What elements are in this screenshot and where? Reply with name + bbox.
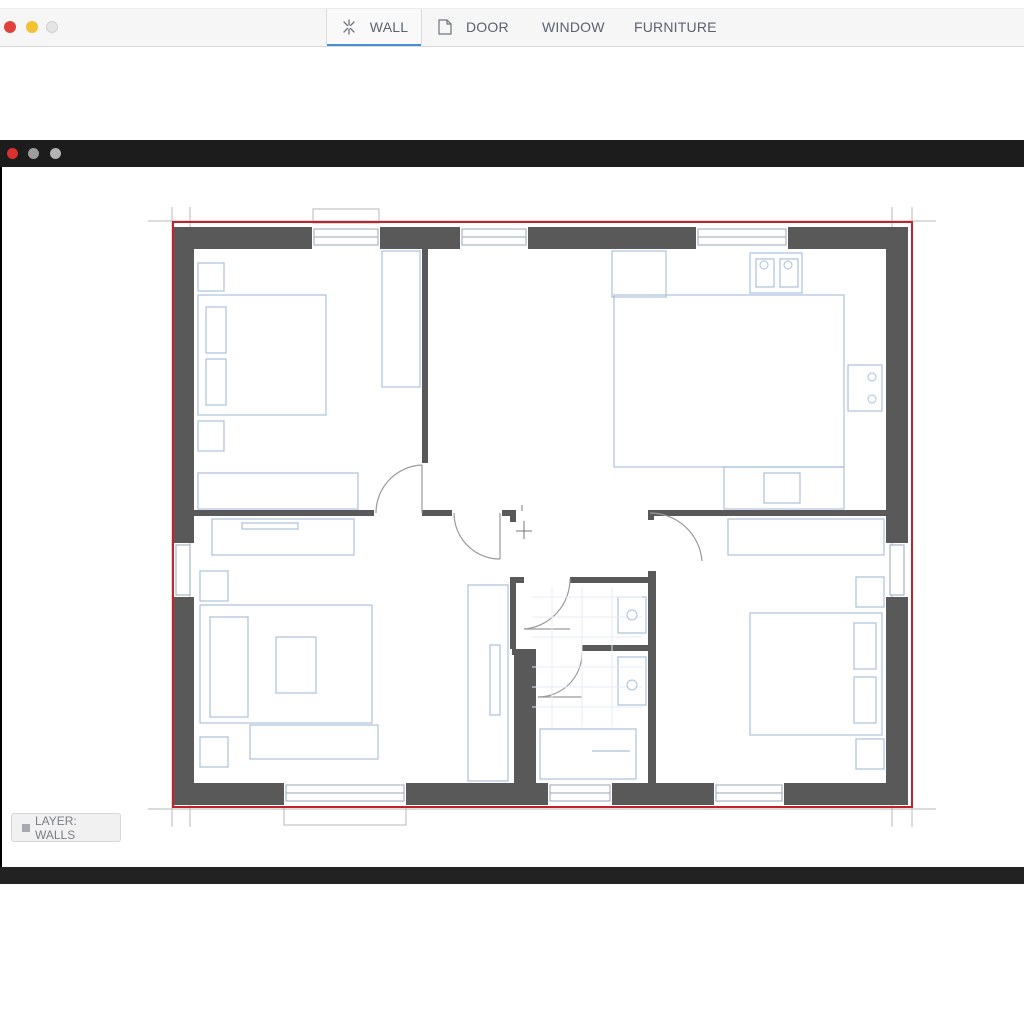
tab-door-label: DOOR xyxy=(466,19,509,35)
layer-indicator[interactable]: LAYER: WALLS xyxy=(11,813,121,842)
crosshair-cursor-icon xyxy=(516,505,532,539)
tab-wall-label: WALL xyxy=(369,19,409,35)
guide-lines xyxy=(148,207,936,827)
door-tool-icon xyxy=(436,18,454,36)
drawing-window: LAYER: WALLS xyxy=(0,140,1024,884)
drawing-window-footer xyxy=(0,867,1024,884)
fixture-details xyxy=(626,260,877,691)
floor-plan xyxy=(148,207,936,827)
tab-window[interactable]: WINDOW xyxy=(542,9,605,45)
tab-furniture[interactable]: FURNITURE xyxy=(634,9,717,45)
walls[interactable] xyxy=(174,227,908,805)
layer-swatch xyxy=(22,823,30,832)
close-button[interactable] xyxy=(4,21,16,33)
tab-wall[interactable]: WALL xyxy=(326,9,422,46)
tab-furniture-label: FURNITURE xyxy=(634,19,717,35)
wall-tool-icon xyxy=(340,18,358,36)
main-toolbar: WALL DOOR WINDOW FURNITURE xyxy=(0,8,1024,47)
drawing-canvas[interactable]: LAYER: WALLS xyxy=(2,167,1024,867)
drawing-window-titlebar xyxy=(0,140,1024,167)
tab-door[interactable]: DOOR xyxy=(436,9,509,45)
minimize-button[interactable] xyxy=(26,21,38,33)
drawing-minimize-button[interactable] xyxy=(28,148,39,159)
drawing-close-button[interactable] xyxy=(7,148,18,159)
drawing-zoom-button[interactable] xyxy=(50,148,61,159)
layer-label: LAYER: WALLS xyxy=(34,813,77,842)
tab-window-label: WINDOW xyxy=(542,19,605,35)
zoom-button[interactable] xyxy=(46,21,58,33)
